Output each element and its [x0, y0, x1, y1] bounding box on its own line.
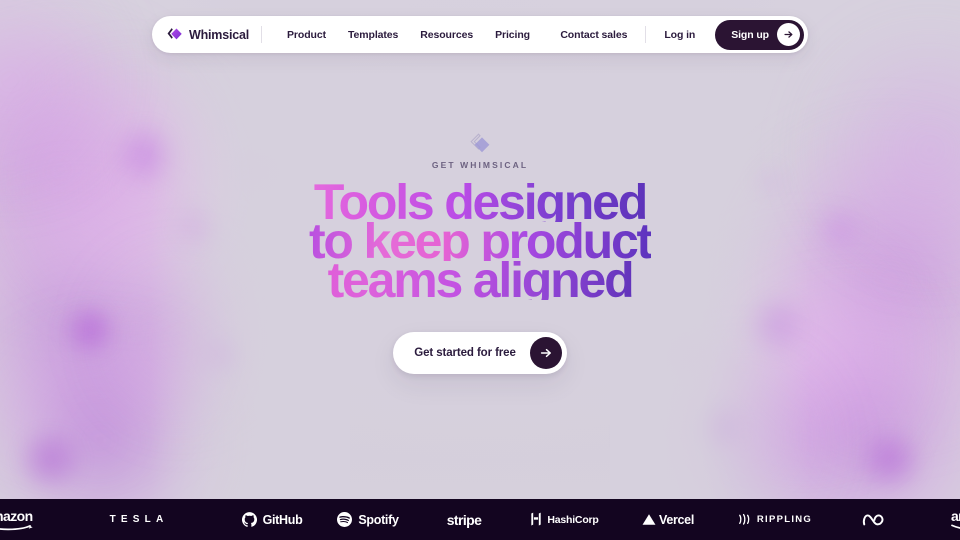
arrow-right-icon	[529, 337, 562, 369]
logo-github-label: GitHub	[262, 512, 303, 527]
customer-logo-strip: amazon TESLA GitHub	[0, 499, 960, 540]
logo-spotify-label: Spotify	[358, 512, 399, 527]
logo-amazon-2: amazon	[926, 499, 960, 540]
logo-tesla: TESLA	[54, 499, 224, 540]
logo-amazon-label: amazon	[0, 507, 33, 524]
signup-button-label: Sign up	[731, 28, 769, 41]
get-started-button-label: Get started for free	[414, 347, 516, 359]
logo-amazon: amazon	[0, 499, 54, 540]
spotify-icon	[337, 512, 353, 527]
nav-actions: Contact sales Log in Sign up	[548, 19, 804, 50]
amazon-smile-icon: amazon	[0, 509, 34, 531]
brand-name: Whimsical	[189, 27, 250, 42]
nav-link-product[interactable]: Product	[276, 23, 337, 47]
logo-rippling-label: RIPPLING	[756, 514, 813, 525]
arrow-right-icon	[777, 23, 800, 46]
nav-divider-right	[645, 26, 647, 43]
get-started-button[interactable]: Get started for free	[393, 332, 567, 374]
amazon-smile-icon: amazon	[951, 509, 960, 531]
hero-headline: Tools designed to keep product teams ali…	[309, 177, 653, 305]
signup-button[interactable]: Sign up	[715, 19, 804, 50]
page-stage: Whimsical Product Templates Resources Pr…	[0, 0, 960, 540]
logo-tesla-label: TESLA	[109, 514, 169, 525]
logo-vercel-label: Vercel	[658, 512, 695, 527]
rippling-icon	[738, 513, 752, 526]
logo-meta	[830, 499, 926, 540]
nav-divider	[261, 26, 263, 43]
nav-links: Product Templates Resources Pricing	[276, 23, 541, 47]
github-icon	[241, 512, 257, 527]
main-navigation-bar: Whimsical Product Templates Resources Pr…	[152, 16, 808, 53]
hero-eyebrow: GET WHIMSICAL	[431, 160, 529, 170]
logo-github: GitHub	[224, 499, 320, 540]
vercel-triangle-icon	[642, 513, 656, 526]
logo-hashicorp-label: HashiCorp	[547, 513, 599, 526]
eyebrow-diamond-icon	[467, 132, 493, 160]
nav-link-resources[interactable]: Resources	[409, 23, 484, 47]
whimsical-diamond-icon	[166, 26, 183, 43]
logo-hashicorp: HashiCorp	[512, 499, 616, 540]
logo-stripe: stripe	[416, 499, 512, 540]
contact-sales-link[interactable]: Contact sales	[548, 23, 639, 47]
nav-link-pricing[interactable]: Pricing	[484, 23, 541, 47]
hero-section: GET WHIMSICAL Tools designed to keep pro…	[0, 132, 960, 374]
login-link[interactable]: Log in	[652, 23, 707, 47]
logo-vercel: Vercel	[616, 499, 720, 540]
brand-logo[interactable]: Whimsical	[166, 16, 261, 53]
nav-link-templates[interactable]: Templates	[337, 23, 409, 47]
hashicorp-icon	[529, 512, 543, 527]
logo-amazon-2-label: amazon	[951, 507, 960, 524]
meta-infinity-icon	[862, 512, 890, 528]
logo-stripe-label: stripe	[446, 511, 482, 528]
hero-headline-line-3: teams aligned	[309, 255, 651, 305]
logo-spotify: Spotify	[320, 499, 416, 540]
logo-rippling: RIPPLING	[720, 499, 830, 540]
